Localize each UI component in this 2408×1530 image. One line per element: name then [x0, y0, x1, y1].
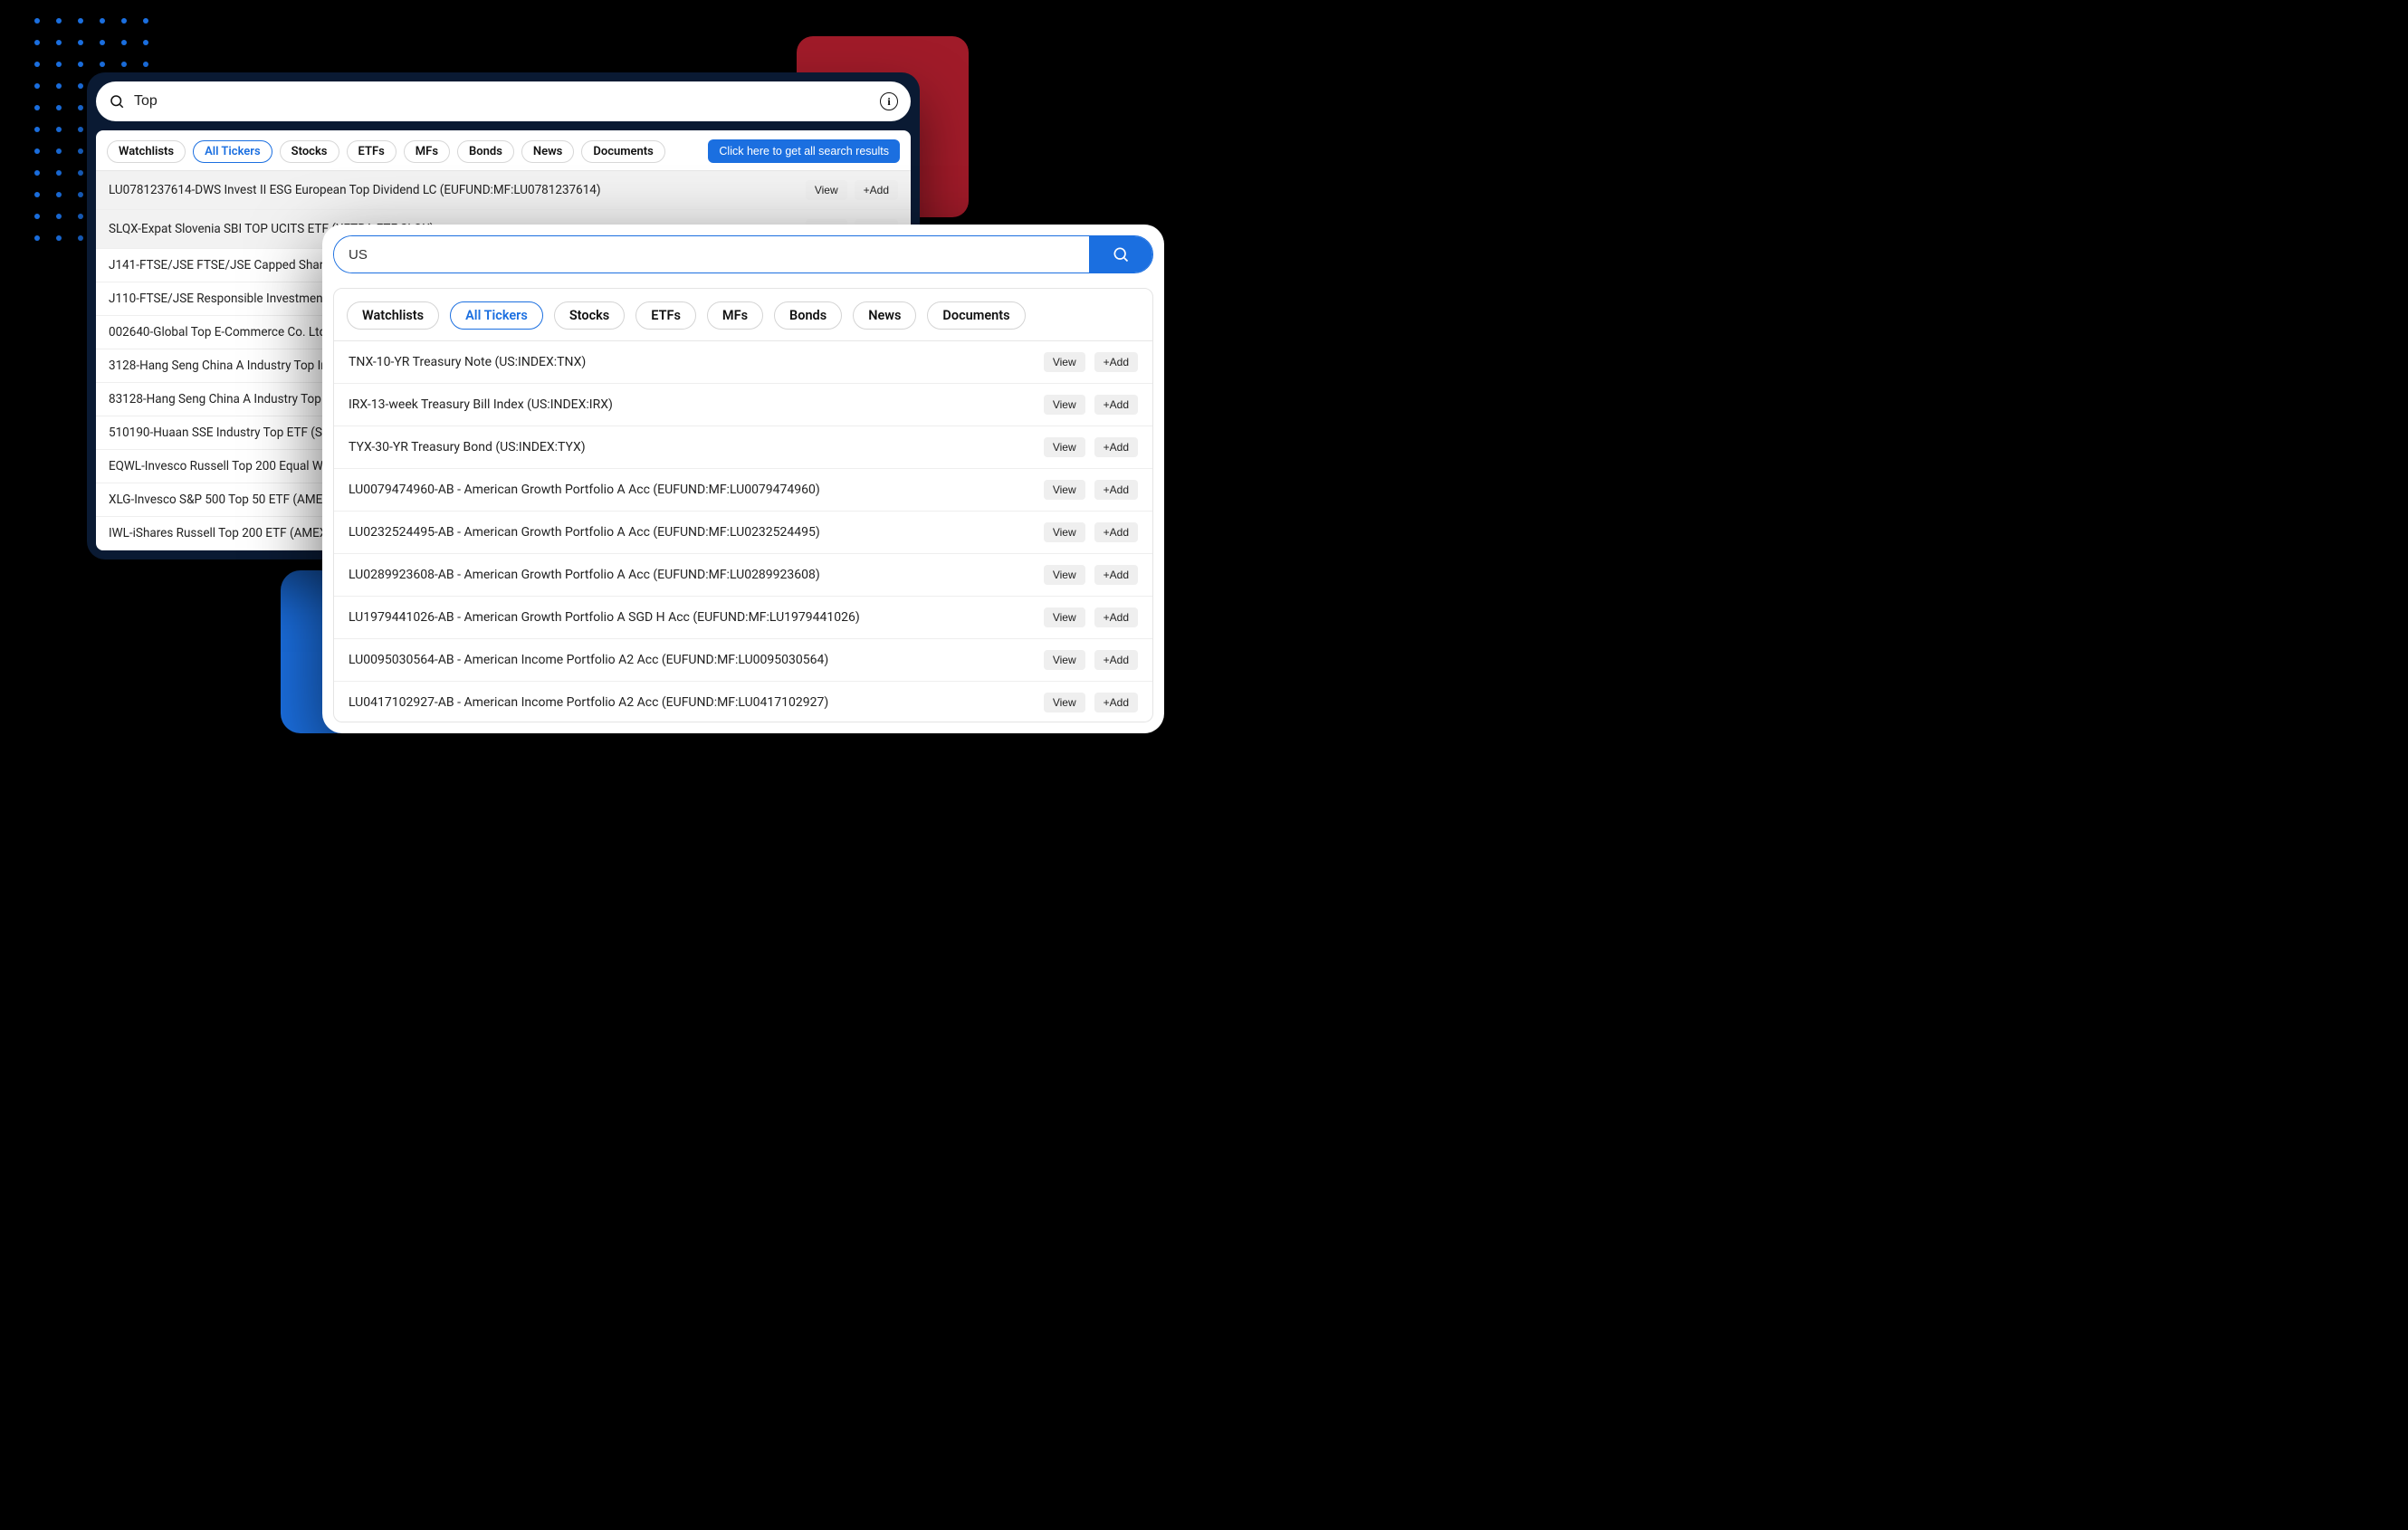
result-row[interactable]: IRX-13-week Treasury Bill Index (US:INDE…: [334, 384, 1152, 426]
result-row[interactable]: TYX-30-YR Treasury Bond (US:INDEX:TYX) Vi…: [334, 426, 1152, 469]
result-label: LU0417102927-AB - American Income Portfo…: [349, 695, 1035, 710]
result-row[interactable]: TNX-10-YR Treasury Note (US:INDEX:TNX) Vi…: [334, 341, 1152, 384]
view-button[interactable]: View: [1044, 650, 1085, 670]
filter-tab[interactable]: MFs: [707, 301, 763, 330]
filter-tab[interactable]: Stocks: [554, 301, 625, 330]
filter-tabs: Watchlists All Tickers Stocks ETFs MFs Bonds N…: [96, 130, 911, 171]
result-label: LU0781237614-DWS Invest II ESG European …: [109, 183, 798, 197]
add-button[interactable]: +Add: [1094, 650, 1138, 670]
filter-tab[interactable]: Documents: [581, 140, 664, 163]
result-label: LU0079474960-AB - American Growth Portfo…: [349, 483, 1035, 497]
filter-tabs: Watchlists All Tickers Stocks ETFs MFs Bonds N…: [334, 289, 1152, 341]
filter-tab[interactable]: All Tickers: [193, 140, 272, 163]
add-button[interactable]: +Add: [1094, 352, 1138, 372]
search-panel-front: Watchlists All Tickers Stocks ETFs MFs Bonds N…: [322, 225, 1164, 733]
result-label: LU0289923608-AB - American Growth Portfo…: [349, 568, 1035, 582]
view-button[interactable]: View: [1044, 437, 1085, 457]
result-row[interactable]: LU0079474960-AB - American Growth Portfo…: [334, 469, 1152, 512]
add-button[interactable]: +Add: [1094, 565, 1138, 585]
search-input[interactable]: [134, 93, 871, 110]
filter-tab[interactable]: Bonds: [774, 301, 842, 330]
view-button[interactable]: View: [1044, 607, 1085, 627]
filter-tab[interactable]: News: [853, 301, 916, 330]
result-label: LU0095030564-AB - American Income Portfo…: [349, 653, 1035, 667]
add-button[interactable]: +Add: [855, 180, 898, 200]
view-button[interactable]: View: [1044, 480, 1085, 500]
filter-tab[interactable]: ETFs: [347, 140, 397, 163]
search-icon: [109, 93, 125, 110]
result-label: TYX-30-YR Treasury Bond (US:INDEX:TYX): [349, 440, 1035, 454]
view-button[interactable]: View: [1044, 395, 1085, 415]
search-bar[interactable]: i: [96, 81, 911, 121]
info-icon[interactable]: i: [880, 92, 898, 110]
filter-tab[interactable]: Watchlists: [107, 140, 186, 163]
filter-tab[interactable]: News: [521, 140, 574, 163]
add-button[interactable]: +Add: [1094, 693, 1138, 712]
result-label: IRX-13-week Treasury Bill Index (US:INDE…: [349, 397, 1035, 412]
add-button[interactable]: +Add: [1094, 522, 1138, 542]
view-button[interactable]: View: [806, 180, 847, 200]
add-button[interactable]: +Add: [1094, 480, 1138, 500]
result-row[interactable]: LU0417102927-AB - American Income Portfo…: [334, 682, 1152, 722]
filter-tab[interactable]: Documents: [927, 301, 1025, 330]
filter-tab[interactable]: Watchlists: [347, 301, 439, 330]
result-label: TNX-10-YR Treasury Note (US:INDEX:TNX): [349, 355, 1035, 369]
result-row[interactable]: LU1979441026-AB - American Growth Portfo…: [334, 597, 1152, 639]
view-button[interactable]: View: [1044, 352, 1085, 372]
search-bar[interactable]: [333, 235, 1153, 273]
filter-tab[interactable]: Stocks: [280, 140, 339, 163]
get-all-results-button[interactable]: Click here to get all search results: [708, 139, 900, 163]
add-button[interactable]: +Add: [1094, 395, 1138, 415]
result-row[interactable]: LU0095030564-AB - American Income Portfo…: [334, 639, 1152, 682]
filter-tab[interactable]: All Tickers: [450, 301, 543, 330]
result-label: LU0232524495-AB - American Growth Portfo…: [349, 525, 1035, 540]
search-button[interactable]: [1089, 236, 1152, 273]
result-row[interactable]: LU0289923608-AB - American Growth Portfo…: [334, 554, 1152, 597]
view-button[interactable]: View: [1044, 522, 1085, 542]
filter-tab[interactable]: ETFs: [635, 301, 696, 330]
result-row[interactable]: LU0781237614-DWS Invest II ESG European …: [96, 171, 911, 210]
view-button[interactable]: View: [1044, 565, 1085, 585]
result-list: TNX-10-YR Treasury Note (US:INDEX:TNX) Vi…: [334, 341, 1152, 722]
search-results-dropdown: Watchlists All Tickers Stocks ETFs MFs Bonds N…: [333, 288, 1153, 722]
result-row[interactable]: LU0232524495-AB - American Growth Portfo…: [334, 512, 1152, 554]
search-icon: [1112, 245, 1130, 263]
search-input[interactable]: [334, 236, 1089, 273]
filter-tab[interactable]: Bonds: [457, 140, 514, 163]
view-button[interactable]: View: [1044, 693, 1085, 712]
add-button[interactable]: +Add: [1094, 437, 1138, 457]
add-button[interactable]: +Add: [1094, 607, 1138, 627]
filter-tab[interactable]: MFs: [404, 140, 450, 163]
result-label: LU1979441026-AB - American Growth Portfo…: [349, 610, 1035, 625]
